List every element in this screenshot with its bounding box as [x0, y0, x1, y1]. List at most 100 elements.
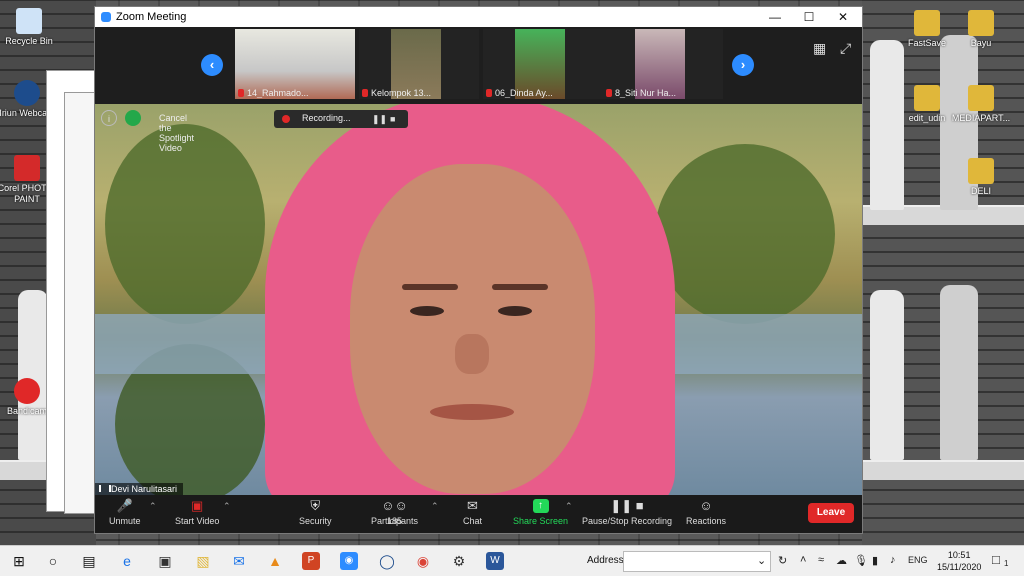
desktop-icon-mediapart[interactable]: MEDIAPART... [946, 85, 1016, 124]
start-video-button[interactable]: ▣ Start Video [175, 498, 219, 527]
participants-options-chevron-icon[interactable]: ⌃ [431, 501, 439, 512]
background-tree [655, 144, 835, 324]
wallpaper-person [870, 290, 904, 460]
file-explorer-icon[interactable]: ▧ [194, 552, 212, 570]
webcam-taskbar-icon[interactable]: ◯ [378, 552, 396, 570]
signal-bars-icon [99, 485, 111, 492]
tray-expand-icon[interactable]: ˄ [800, 554, 806, 566]
chat-button[interactable]: ✉ Chat [463, 499, 482, 527]
task-view-icon[interactable]: ▤ [80, 552, 98, 570]
wallpaper-person [18, 290, 48, 460]
desktop-icon-bayu[interactable]: Bayu [946, 10, 1016, 49]
speaker-brow [492, 284, 548, 290]
gallery-view-icon[interactable]: ▦ [813, 40, 826, 57]
wallpaper-person [870, 40, 904, 210]
participant-name: 14_Rahmado... [247, 88, 309, 98]
next-page-button[interactable]: › [732, 54, 754, 76]
share-screen-icon: ↑ [532, 499, 549, 513]
store-icon[interactable]: ▣ [156, 552, 174, 570]
volume-icon: ♪ [890, 554, 896, 566]
leave-button[interactable]: Leave [808, 503, 854, 523]
participant-thumbnail[interactable]: 14_Rahmado... [235, 29, 355, 99]
folder-icon [968, 85, 994, 111]
speaker-name-badge: Devi Narulitasari [95, 483, 184, 495]
video-options-chevron-icon[interactable]: ⌃ [223, 501, 231, 512]
pause-stop-recording-button[interactable]: ❚❚ ■ Pause/Stop Recording [582, 498, 672, 527]
speaker-face [350, 164, 595, 494]
participant-thumbnail[interactable]: 8_Siti Nur Ha... [603, 29, 723, 99]
folder-icon [914, 85, 940, 111]
clock-date: 15/11/2020 [937, 562, 982, 572]
address-input[interactable] [623, 551, 771, 572]
audio-options-chevron-icon[interactable]: ⌃ [149, 501, 157, 512]
taskbar-clock[interactable]: 10:51 15/11/2020 [937, 549, 981, 573]
recording-label: Recording... [302, 113, 351, 123]
previous-page-button[interactable]: ‹ [201, 54, 223, 76]
shield-icon: ⛨ [310, 498, 321, 513]
pause-stop-icon: ❚❚ ■ [610, 498, 644, 513]
speaker-nose [455, 334, 489, 374]
maximize-button[interactable]: ☐ [795, 9, 823, 25]
unmute-button[interactable]: 🎤 Unmute [109, 499, 141, 527]
active-speaker-video: i Cancel the Spotlight Video Recording..… [95, 104, 862, 495]
corel-icon [14, 155, 40, 181]
zoom-taskbar-icon[interactable]: ◉ [340, 552, 358, 570]
pause-recording-icon[interactable]: ❚❚ [372, 114, 387, 125]
fullscreen-icon[interactable]: ⤢ [840, 40, 851, 57]
wallpaper-stair [862, 460, 1024, 480]
participants-icon: ☺☺ 185 [381, 498, 408, 527]
video-off-icon: ▣ [191, 498, 204, 513]
background-tree [105, 124, 265, 324]
participant-name: 06_Dinda Ay... [495, 88, 553, 98]
settings-gear-icon[interactable]: ⚙ [450, 552, 468, 570]
participant-thumbnail[interactable]: 06_Dinda Ay... [483, 29, 603, 99]
desktop-icon-deli[interactable]: DELI [946, 158, 1016, 197]
folder-icon [968, 158, 994, 184]
chrome-icon[interactable]: ◉ [414, 552, 432, 570]
security-button[interactable]: ⛨ Security [299, 498, 332, 527]
cloud-icon: ☁ [836, 555, 847, 567]
address-dropdown-chevron-icon[interactable]: ⌄ [757, 554, 766, 567]
recycle-bin-icon [16, 8, 42, 34]
vlc-icon[interactable]: ▲ [266, 552, 284, 570]
powerpoint-icon[interactable]: P [302, 552, 320, 570]
address-label: Address [587, 555, 624, 566]
meeting-toolbar: 🎤 Unmute ⌃ ▣ Start Video ⌃ ⛨ Security ☺☺… [95, 495, 862, 533]
security-shield-icon[interactable] [125, 110, 141, 126]
close-button[interactable]: ✕ [829, 9, 857, 25]
reactions-button[interactable]: ☺ Reactions [686, 498, 726, 527]
participants-button[interactable]: ☺☺ 185 Participants [371, 498, 418, 527]
info-icon[interactable]: i [101, 110, 117, 126]
participant-thumbnail[interactable]: Kelompok 13... [359, 29, 479, 99]
recording-indicator: Recording... ❚❚ ■ [274, 110, 408, 128]
speaker-eye [410, 306, 444, 316]
word-icon[interactable]: W [486, 552, 504, 570]
desktop-icon-recycle-bin[interactable]: Recycle Bin [0, 8, 64, 47]
mail-icon[interactable]: ✉ [230, 552, 248, 570]
smiley-icon: ☺ [699, 498, 713, 513]
share-screen-button[interactable]: ↑ Share Screen [513, 499, 568, 526]
cancel-spotlight-button[interactable]: Cancel the Spotlight Video [159, 113, 194, 153]
recording-dot-icon [282, 115, 290, 123]
bandicam-icon [14, 378, 40, 404]
notification-count: 1 [1004, 559, 1009, 568]
share-options-chevron-icon[interactable]: ⌃ [565, 501, 573, 512]
wifi-icon: ≈ [818, 554, 825, 566]
battery-icon: ▮ [872, 555, 879, 567]
start-menu-windows-icon[interactable]: ⊞ [10, 552, 28, 570]
microphone-icon: 🎙 [854, 555, 868, 567]
edge-browser-icon[interactable]: e [118, 552, 136, 570]
speaker-brow [402, 284, 458, 290]
title-bar[interactable]: Zoom Meeting — ☐ ✕ [95, 7, 862, 27]
input-language[interactable]: ENG [908, 555, 928, 565]
refresh-icon[interactable]: ↻ [778, 554, 787, 567]
notification-center-icon[interactable]: □ [992, 552, 1000, 567]
participant-strip: ‹ 14_Rahmado... Kelompok 13... 06_Dinda … [95, 27, 862, 104]
minimize-button[interactable]: — [761, 9, 789, 25]
wallpaper-person [940, 285, 978, 460]
search-icon[interactable]: ○ [44, 552, 62, 570]
participant-name: 8_Siti Nur Ha... [615, 88, 677, 98]
stop-recording-icon[interactable]: ■ [390, 114, 395, 124]
webcam-icon [14, 80, 40, 106]
folder-icon [968, 10, 994, 36]
